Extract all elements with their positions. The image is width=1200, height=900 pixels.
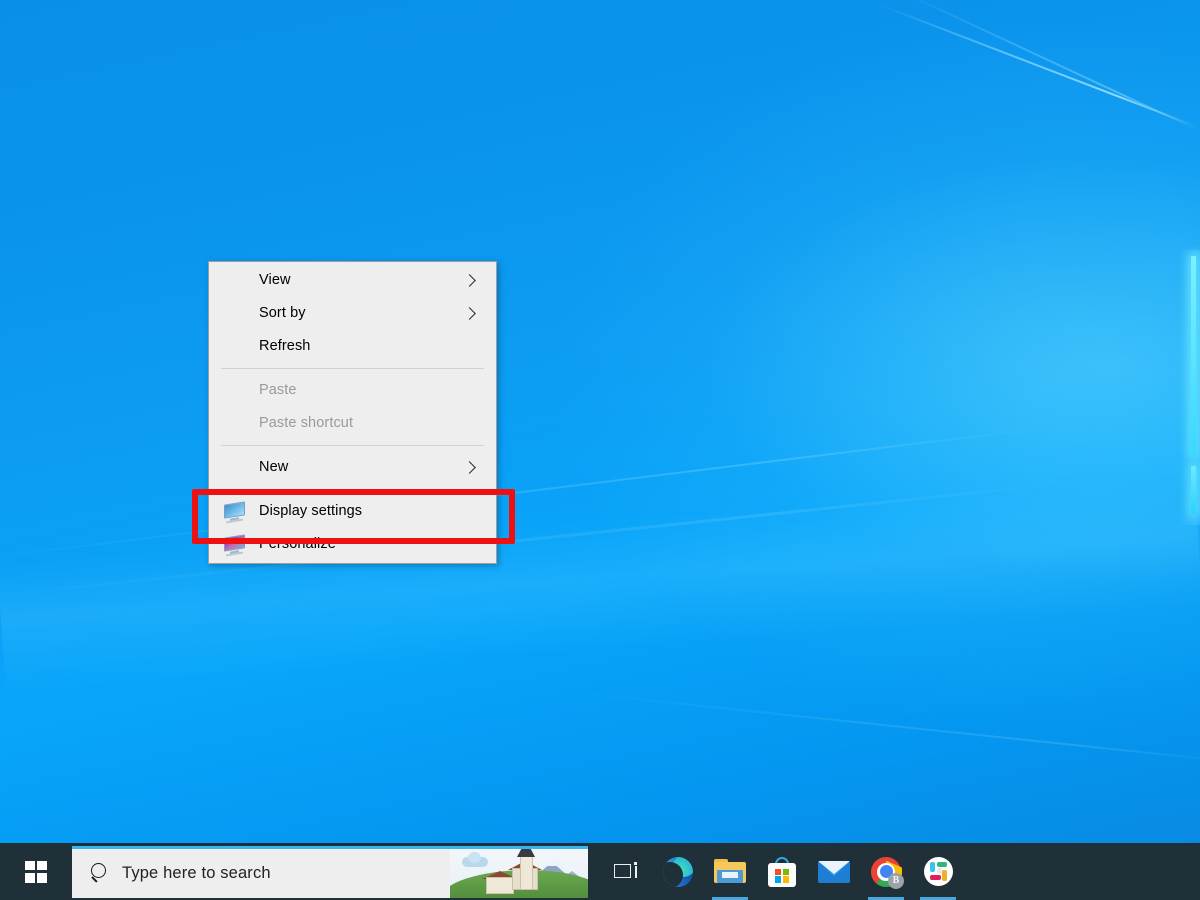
context-menu-item-display-settings[interactable]: Display settings xyxy=(209,495,496,528)
context-menu-item-label: Paste xyxy=(259,383,486,398)
desktop-context-menu[interactable]: View Sort by Refresh Paste Paste shortcu… xyxy=(208,261,497,564)
chrome-icon: B xyxy=(871,857,901,887)
context-menu-item-sort-by[interactable]: Sort by xyxy=(209,297,496,330)
chevron-right-icon xyxy=(462,273,478,289)
context-menu-item-paste-shortcut: Paste shortcut xyxy=(209,407,496,440)
store-bag-icon xyxy=(768,857,796,887)
windows-logo-icon xyxy=(25,861,47,883)
context-menu-item-view[interactable]: View xyxy=(209,264,496,297)
chrome-badge: B xyxy=(888,873,904,889)
menu-separator xyxy=(221,445,484,446)
envelope-icon xyxy=(818,861,850,883)
taskbar-button-task-view[interactable] xyxy=(600,843,652,900)
bing-daily-image-thumbnail xyxy=(450,849,588,898)
context-menu-item-label: Display settings xyxy=(259,504,486,519)
wallpaper-streak xyxy=(560,690,1200,763)
context-menu-item-label: Sort by xyxy=(259,306,462,321)
menu-separator xyxy=(221,489,484,490)
wallpaper-glow xyxy=(700,150,1200,580)
monitor-icon xyxy=(223,501,247,523)
context-menu-item-label: New xyxy=(259,460,462,475)
wallpaper-glow xyxy=(0,478,1200,691)
folder-icon xyxy=(714,859,746,884)
taskbar-button-microsoft-edge[interactable] xyxy=(652,843,704,900)
windows-logo-beam-glow xyxy=(1178,250,1200,525)
taskbar-button-slack[interactable] xyxy=(912,843,964,900)
task-view-icon xyxy=(614,862,638,882)
taskbar-button-google-chrome[interactable]: B xyxy=(860,843,912,900)
edge-icon xyxy=(663,857,693,887)
start-button[interactable] xyxy=(0,843,72,900)
wallpaper-streak xyxy=(900,0,1200,131)
taskbar-button-mail[interactable] xyxy=(808,843,860,900)
windows-logo-beam xyxy=(1191,256,1196,456)
context-menu-item-paste: Paste xyxy=(209,374,496,407)
chevron-right-icon xyxy=(462,306,478,322)
windows-logo-beam xyxy=(1191,466,1196,514)
context-menu-item-label: Paste shortcut xyxy=(259,416,486,431)
context-menu-item-new[interactable]: New xyxy=(209,451,496,484)
wallpaper-streak xyxy=(0,426,1052,562)
taskbar[interactable]: Type here to search xyxy=(0,843,1200,900)
taskbar-button-microsoft-store[interactable] xyxy=(756,843,808,900)
monitor-paint-icon xyxy=(223,534,247,556)
search-icon xyxy=(90,863,110,883)
desktop[interactable]: View Sort by Refresh Paste Paste shortcu… xyxy=(0,0,1200,900)
context-menu-item-label: View xyxy=(259,273,462,288)
context-menu-item-label: Personalize xyxy=(259,537,486,552)
context-menu-item-label: Refresh xyxy=(259,339,486,354)
menu-separator xyxy=(221,368,484,369)
wallpaper-streak xyxy=(880,4,1198,127)
wallpaper-streak xyxy=(0,483,1054,603)
context-menu-item-refresh[interactable]: Refresh xyxy=(209,330,496,363)
slack-icon xyxy=(924,857,953,886)
taskbar-buttons[interactable]: B xyxy=(600,843,964,900)
chevron-right-icon xyxy=(462,460,478,476)
search-input[interactable]: Type here to search xyxy=(72,846,588,898)
search-placeholder: Type here to search xyxy=(122,864,271,883)
taskbar-button-file-explorer[interactable] xyxy=(704,843,756,900)
context-menu-item-personalize[interactable]: Personalize xyxy=(209,528,496,561)
